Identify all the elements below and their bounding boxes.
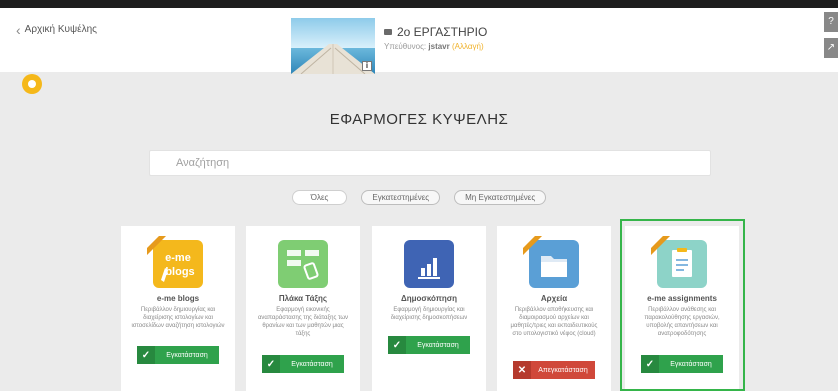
install-button-label: Εγκατάσταση xyxy=(166,351,208,359)
app-card-class-board: Πλάκα Τάξης Εφαρμογή εικονικής αναπαράστ… xyxy=(246,226,360,391)
new-ribbon xyxy=(523,236,549,262)
settings-gear-icon[interactable] xyxy=(22,74,42,94)
new-ribbon xyxy=(147,236,173,262)
check-icon: ✓ xyxy=(262,355,280,373)
app-name: Δημοσκόπηση xyxy=(400,294,458,303)
filter-all[interactable]: Όλες xyxy=(291,190,348,205)
poll-chart-icon xyxy=(404,240,454,288)
app-description: Εφαρμογή δημιουργίας και διαχείρισης δημ… xyxy=(390,307,468,321)
uninstall-button[interactable]: ✕ Απεγκατάσταση xyxy=(513,361,595,379)
room-title-text: 2ο ΕΡΓΑΣΤΗΡΙΟ xyxy=(397,25,488,39)
app-name: Πλάκα Τάξης xyxy=(278,294,328,303)
app-description: Περιβάλλον δημιουργίας και διαχείρισης ι… xyxy=(131,307,225,329)
owner-prefix: Υπεύθυνος: xyxy=(384,42,427,51)
top-bar xyxy=(0,0,838,8)
install-button[interactable]: ✓ Εγκατάσταση xyxy=(262,355,344,373)
app-description: Εφαρμογή εικονικής αναπαράστασης της διά… xyxy=(257,307,349,337)
owner-name: jstavr xyxy=(428,42,450,51)
install-button[interactable]: ✓ Εγκατάσταση xyxy=(137,346,219,364)
room-owner: Υπεύθυνος: jstavr (Αλλαγή) xyxy=(384,42,484,51)
svg-text:blogs: blogs xyxy=(165,266,194,278)
filter-installed[interactable]: Εγκατεστημένες xyxy=(361,190,441,205)
change-owner-link[interactable]: (Αλλαγή) xyxy=(452,42,484,51)
room-thumbnail: i xyxy=(291,18,375,74)
check-icon: ✓ xyxy=(388,336,406,354)
page-title: ΕΦΑΡΜΟΓΕΣ ΚΥΨΕΛΗΣ xyxy=(329,111,509,128)
chevron-left-icon: ‹ xyxy=(16,21,21,38)
search-input[interactable] xyxy=(149,150,711,176)
room-title: 2ο ΕΡΓΑΣΤΗΡΙΟ xyxy=(384,25,487,39)
help-tab-icon[interactable]: ? xyxy=(824,12,838,32)
app-card-blogs: e-me blogs e-me blogs Περιβάλλον δημιουρ… xyxy=(121,226,235,391)
class-board-icon xyxy=(278,240,328,288)
selected-card-highlight xyxy=(620,219,745,391)
app-card-files: Αρχεία Περιβάλλον αποθήκευσης και διαμοι… xyxy=(497,226,611,391)
app-description: Περιβάλλον αποθήκευσης και διαμοιρασμού … xyxy=(510,307,598,337)
back-to-hive-link[interactable]: ‹ Αρχική Κυψέλης xyxy=(16,21,97,38)
expand-tab-icon[interactable]: ↗ xyxy=(824,38,838,58)
app-card-poll: Δημοσκόπηση Εφαρμογή δημιουργίας και δια… xyxy=(372,226,486,391)
close-icon: ✕ xyxy=(513,361,531,379)
app-name: Αρχεία xyxy=(540,294,568,303)
filter-not-installed[interactable]: Μη Εγκατεστημένες xyxy=(454,190,547,205)
app-name: e-me blogs xyxy=(156,294,200,303)
filter-tabs: Όλες Εγκατεστημένες Μη Εγκατεστημένες xyxy=(0,190,838,205)
install-button-label: Εγκατάσταση xyxy=(291,360,333,368)
check-icon: ✓ xyxy=(137,346,155,364)
room-header xyxy=(0,8,838,72)
info-icon[interactable]: i xyxy=(362,61,372,71)
install-button-label: Εγκατάσταση xyxy=(417,341,459,349)
uninstall-button-label: Απεγκατάσταση xyxy=(538,366,588,374)
install-button[interactable]: ✓ Εγκατάσταση xyxy=(388,336,470,354)
back-link-label: Αρχική Κυψέλης xyxy=(24,24,97,35)
room-icon xyxy=(384,29,392,35)
